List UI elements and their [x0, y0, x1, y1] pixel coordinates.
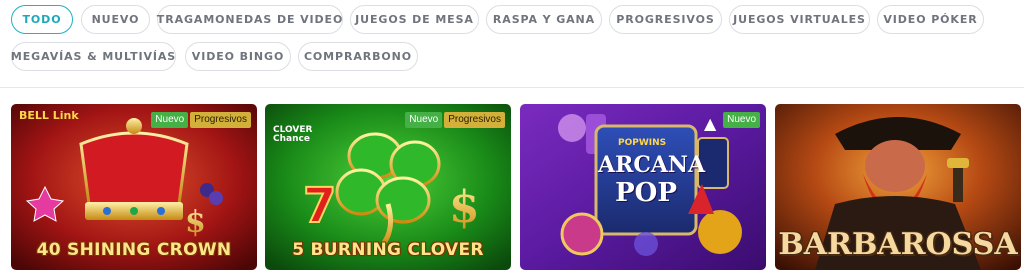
badge-nuevo: Nuevo: [151, 112, 189, 128]
filter-chip-juegos-virtuales[interactable]: JUEGOS VIRTUALES: [729, 5, 870, 34]
filter-chip-todo[interactable]: TODO: [11, 5, 73, 34]
svg-text:$: $: [185, 205, 206, 240]
filter-chip-video-poker[interactable]: VIDEO PÓKER: [877, 5, 984, 34]
game-card-5-burning-clover[interactable]: 7 $ CLOVER Chance Nuevo Progresivos 5 BU…: [265, 104, 511, 270]
category-filter-bar: TODO NUEVO TRAGAMONEDAS DE VIDEO JUEGOS …: [0, 0, 1024, 88]
filter-chip-comprarbono[interactable]: COMPRARBONO: [298, 42, 418, 71]
filter-chip-video-bingo[interactable]: VIDEO BINGO: [185, 42, 291, 71]
game-logo-popwins: POPWINS: [618, 138, 667, 148]
filter-chip-juegos-de-mesa[interactable]: JUEGOS DE MESA: [350, 5, 479, 34]
filter-chip-nuevo[interactable]: NUEVO: [81, 5, 150, 34]
badge-progresivos: Progresivos: [190, 112, 251, 128]
game-title-line1: ARCANA: [598, 152, 706, 178]
game-card-arcana-pop[interactable]: POPWINS ARCANA POP ▲ Nuevo: [520, 104, 766, 270]
game-logo-bell-link: BELL Link: [19, 109, 79, 122]
game-badges: Nuevo Progresivos: [405, 112, 505, 128]
provider-logo-icon: ▲: [704, 114, 717, 133]
game-card-barbarossa[interactable]: BARBAROSSA: [775, 104, 1021, 270]
game-title: 40 SHINING CROWN: [36, 240, 232, 260]
badge-progresivos: Progresivos: [444, 112, 505, 128]
filter-chip-megavias-multivias[interactable]: MEGAVÍAS & MULTIVÍAS: [11, 42, 176, 71]
svg-text:$: $: [449, 182, 480, 233]
filter-chip-progresivos[interactable]: PROGRESIVOS: [609, 5, 722, 34]
badge-nuevo: Nuevo: [723, 112, 760, 128]
badge-nuevo: Nuevo: [405, 112, 443, 128]
svg-text:7: 7: [303, 178, 336, 234]
game-logo-clover-chance: CLOVER Chance: [273, 125, 313, 144]
game-badges: Nuevo: [723, 112, 760, 128]
filter-chip-raspa-y-gana[interactable]: RASPA Y GANA: [486, 5, 602, 34]
game-badges: Nuevo Progresivos: [151, 112, 251, 128]
game-card-40-shining-crown[interactable]: $ BELL Link Nuevo Progresivos 40 SHINING…: [11, 104, 257, 270]
game-title: 5 BURNING CLOVER: [292, 240, 484, 260]
filter-chip-tragamonedas-de-video[interactable]: TRAGAMONEDAS DE VIDEO: [157, 5, 343, 34]
game-title-line2: POP: [615, 178, 677, 208]
game-title: BARBAROSSA: [778, 227, 1018, 262]
filter-divider: [0, 87, 1024, 88]
